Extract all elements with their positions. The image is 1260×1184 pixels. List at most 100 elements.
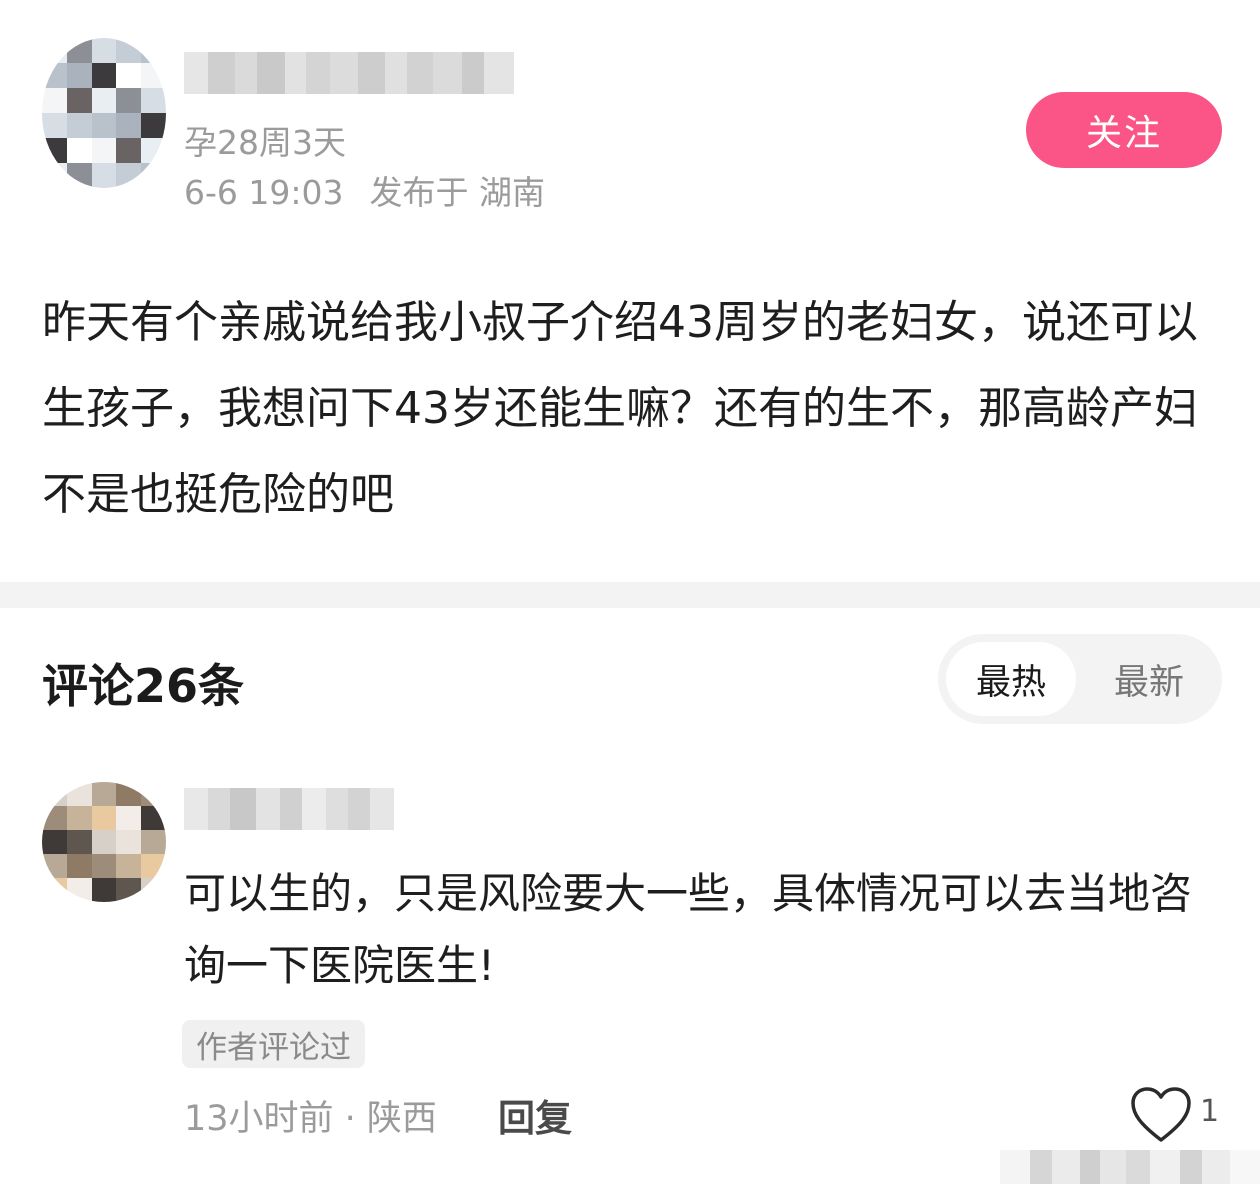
blur-pixel: [66, 113, 93, 139]
reply-button[interactable]: 回复: [498, 1088, 572, 1142]
blur-block: [330, 52, 359, 94]
blur-pixel: [66, 88, 93, 114]
like-count: 1: [1200, 1094, 1220, 1129]
blur-block: [433, 52, 462, 94]
blur-pixel: [91, 806, 118, 831]
comment-time-location: 13小时前 · 陕西: [184, 1099, 437, 1139]
comment-text: 可以生的，只是风险要大一些，具体情况可以去当地咨询一下医院医生!: [184, 869, 1193, 990]
commenter-name-blurred[interactable]: [184, 788, 394, 830]
blur-pixel: [116, 878, 143, 902]
blur-block: [384, 52, 408, 94]
blur-pixel: [42, 782, 68, 807]
watermark-blurred: [1000, 1150, 1260, 1184]
section-divider: [0, 582, 1260, 608]
blur-pixel: [141, 163, 166, 188]
author-commented-badge: 作者评论过: [182, 1020, 365, 1068]
blur-block: [461, 52, 484, 94]
heart-icon[interactable]: [1130, 1086, 1192, 1144]
blur-pixel: [116, 163, 143, 188]
blur-pixel: [141, 782, 166, 807]
blur-block: [358, 52, 385, 94]
blur-pixel: [141, 113, 166, 139]
blur-pixel: [66, 878, 93, 902]
blur-pixel: [42, 878, 68, 902]
blur-pixel: [42, 830, 68, 855]
blur-pixel: [116, 782, 143, 807]
blur-block: [305, 52, 331, 94]
blur-pixel: [91, 38, 118, 64]
blur-block: [1180, 1150, 1202, 1184]
blur-block: [348, 788, 370, 830]
post-author-name-blurred[interactable]: [184, 52, 514, 94]
blur-block: [1030, 1150, 1052, 1184]
blur-pixel: [116, 806, 143, 831]
blur-pixel: [141, 38, 166, 64]
blur-pixel: [116, 138, 143, 164]
blur-block: [1080, 1150, 1100, 1184]
blur-pixel: [66, 38, 93, 64]
blur-pixel: [42, 113, 68, 139]
blur-block: [484, 52, 514, 94]
blur-pixel: [141, 88, 166, 114]
blur-block: [257, 52, 286, 94]
blur-pixel: [116, 113, 143, 139]
blur-pixel: [66, 806, 93, 831]
blur-block: [256, 788, 280, 830]
blur-block: [184, 52, 209, 94]
sort-hottest-tab[interactable]: 最热: [946, 642, 1076, 716]
post-author-avatar[interactable]: [42, 38, 166, 188]
blur-pixel: [116, 854, 143, 879]
comment-sort-toggle: 最热 最新: [938, 634, 1222, 724]
blur-pixel: [91, 63, 118, 89]
blur-pixel: [91, 138, 118, 164]
blur-pixel: [91, 782, 118, 807]
blur-pixel: [141, 63, 166, 89]
blur-block: [285, 52, 306, 94]
blur-pixel: [141, 830, 166, 855]
blur-pixel: [66, 138, 93, 164]
blur-pixel: [91, 878, 118, 902]
blur-block: [1126, 1150, 1150, 1184]
post-location: 发布于 湖南: [369, 173, 546, 212]
comments-count-title: 评论26条: [42, 659, 245, 713]
post-date: 6-6 19:03: [184, 173, 344, 212]
blur-block: [1230, 1150, 1260, 1184]
blur-pixel: [91, 113, 118, 139]
blur-pixel: [42, 163, 68, 188]
blur-pixel: [66, 830, 93, 855]
blur-block: [407, 52, 434, 94]
commenter-avatar[interactable]: [42, 782, 166, 902]
blur-pixel: [116, 88, 143, 114]
sort-newest-tab[interactable]: 最新: [1084, 642, 1214, 716]
blur-pixel: [141, 878, 166, 902]
follow-button[interactable]: 关注: [1026, 92, 1222, 168]
post-time-location: 6-6 19:03 发布于 湖南: [184, 166, 545, 214]
blur-pixel: [116, 63, 143, 89]
blur-pixel: [141, 854, 166, 879]
blur-pixel: [42, 854, 68, 879]
blur-block: [208, 788, 230, 830]
blur-block: [1000, 1150, 1030, 1184]
blur-block: [1100, 1150, 1126, 1184]
blur-block: [326, 788, 348, 830]
blur-pixel: [141, 138, 166, 164]
blur-pixel: [42, 38, 68, 64]
blur-block: [302, 788, 326, 830]
blur-pixel: [66, 782, 93, 807]
blur-pixel: [42, 63, 68, 89]
blur-pixel: [141, 806, 166, 831]
blur-pixel: [42, 806, 68, 831]
blur-pixel: [42, 88, 68, 114]
post-body-text: 昨天有个亲戚说给我小叔子介绍43周岁的老妇女，说还可以生孩子，我想问下43岁还能…: [42, 297, 1198, 520]
blur-pixel: [66, 854, 93, 879]
blur-block: [370, 788, 394, 830]
blur-block: [184, 788, 208, 830]
blur-pixel: [66, 163, 93, 188]
blur-pixel: [91, 88, 118, 114]
pregnancy-week: 孕28周3天: [184, 123, 346, 162]
blur-block: [1202, 1150, 1230, 1184]
blur-pixel: [91, 830, 118, 855]
blur-block: [230, 788, 256, 830]
blur-block: [280, 788, 302, 830]
blur-block: [234, 52, 258, 94]
